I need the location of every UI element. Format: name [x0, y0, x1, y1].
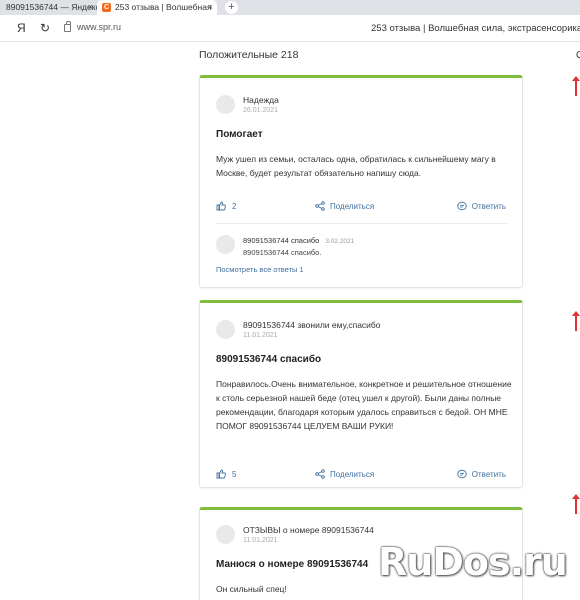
review-date: 11.01.2021 — [243, 332, 278, 339]
arrow-up-icon — [572, 311, 580, 331]
answer-item: 89091536744 спасибо 3.02.2021 89091536744… — [216, 235, 354, 259]
like-button[interactable]: 2 — [216, 201, 236, 211]
review-date: 26.01.2021 — [243, 107, 279, 114]
review-author-row: ОТЗЫВЫ о номере 89091536744 11.01.2021 — [216, 525, 374, 546]
review-title: 89091536744 спасибо — [216, 354, 322, 365]
address-bar: Я ↻ www.spr.ru 253 отзыва | Волшебная си… — [0, 15, 580, 42]
yandex-home-button[interactable]: Я — [17, 21, 26, 35]
review-author-row: Надежда 26.01.2021 — [216, 95, 279, 116]
right-column-heading: О — [576, 50, 580, 61]
reply-label: Ответить — [471, 469, 506, 479]
review-actions: 2 Поделиться Ответить — [216, 201, 506, 213]
tab-label: 89091536744 — Яндекс — [6, 2, 97, 12]
review-author[interactable]: 89091536744 звонили ему,спасибо — [243, 320, 381, 331]
reply-button[interactable]: Ответить — [457, 469, 506, 479]
avatar — [216, 95, 235, 114]
reload-icon[interactable]: ↻ — [40, 21, 50, 35]
review-actions: 5 Поделиться Ответить — [216, 469, 506, 481]
tab-spr[interactable]: С 253 отзыва | Волшебная × — [97, 0, 217, 15]
arrow-up-icon — [572, 494, 580, 514]
url-text: www.spr.ru — [77, 22, 122, 32]
page-title: 253 отзыва | Волшебная сила, экстрасенсо… — [371, 23, 580, 34]
answer-date: 3.02.2021 — [325, 238, 355, 245]
avatar — [216, 525, 235, 544]
close-icon[interactable]: × — [208, 0, 213, 15]
review-date: 11.01.2021 — [243, 537, 278, 544]
share-icon — [315, 469, 325, 479]
review-author[interactable]: Надежда — [243, 95, 279, 106]
review-title: Помогает — [216, 129, 263, 140]
thumbs-up-icon — [216, 469, 226, 479]
tab-bar: 89091536744 — Яндекс × С 253 отзыва | Во… — [0, 0, 580, 15]
tab-label: 253 отзыва | Волшебная — [115, 2, 212, 12]
answer-text: 89091536744 спасибо. — [243, 248, 322, 257]
like-count: 2 — [232, 201, 237, 211]
review-author[interactable]: ОТЗЫВЫ о номере 89091536744 — [243, 525, 374, 536]
reply-label: Ответить — [471, 201, 506, 211]
see-all-answers-link[interactable]: Посмотреть все ответы 1 — [216, 265, 304, 274]
url-field[interactable]: www.spr.ru — [64, 21, 122, 32]
share-button[interactable]: Поделиться — [315, 201, 374, 211]
share-icon — [315, 201, 325, 211]
avatar — [216, 320, 235, 339]
lock-icon — [64, 21, 71, 32]
positive-reviews-heading: Положительные 218 — [199, 49, 299, 61]
reply-button[interactable]: Ответить — [457, 201, 506, 211]
spr-favicon-icon: С — [102, 3, 111, 12]
reply-bubble-icon — [457, 469, 467, 479]
watermark-logo: RuDos.ru — [378, 540, 568, 584]
like-button[interactable]: 5 — [216, 469, 236, 479]
answer-author[interactable]: 89091536744 спасибо — [243, 236, 319, 245]
share-label: Поделиться — [330, 469, 375, 479]
share-label: Поделиться — [330, 201, 375, 211]
review-title: Манюся о номере 89091536744 — [216, 559, 369, 570]
tab-yandex[interactable]: 89091536744 — Яндекс × — [0, 0, 97, 15]
divider — [216, 223, 508, 224]
reply-bubble-icon — [457, 201, 467, 211]
close-icon[interactable]: × — [88, 0, 93, 15]
review-text: Понравилось.Очень внимательное, конкретн… — [216, 379, 512, 431]
new-tab-button[interactable]: + — [225, 1, 238, 14]
avatar — [216, 235, 235, 254]
review-text: Муж ушел из семьи, осталась одна, обрати… — [216, 154, 496, 178]
arrow-up-icon — [572, 76, 580, 96]
share-button[interactable]: Поделиться — [315, 469, 374, 479]
thumbs-up-icon — [216, 201, 226, 211]
review-author-row: 89091536744 звонили ему,спасибо 11.01.20… — [216, 320, 381, 341]
review-card: 89091536744 звонили ему,спасибо 11.01.20… — [199, 300, 523, 488]
review-card: Надежда 26.01.2021 Помогает Муж ушел из … — [199, 75, 523, 288]
review-text: Он сильный спец! — [216, 584, 287, 594]
like-count: 5 — [232, 469, 237, 479]
